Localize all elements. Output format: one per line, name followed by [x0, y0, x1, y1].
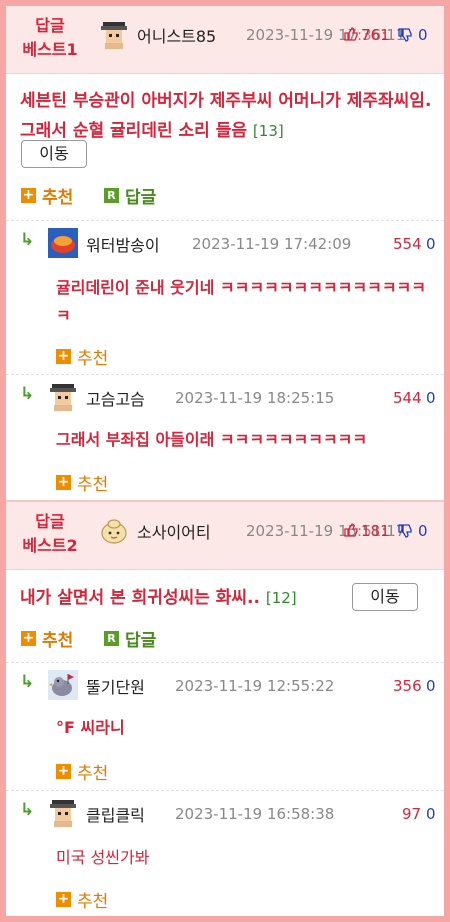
plus-icon: + — [21, 630, 36, 646]
user-avatar-icon[interactable] — [48, 382, 78, 412]
upvote-count: 97 — [402, 805, 422, 823]
plus-icon: + — [56, 891, 71, 907]
best1-header: 답글 베스트1 어니스트85 2023-11-19 17:36:11 761 0 — [6, 6, 444, 74]
reply-button[interactable]: R 답글 — [104, 183, 156, 208]
comment-count: [13] — [252, 122, 284, 140]
best1-label: 답글 베스트1 — [22, 16, 78, 59]
downvote-count: 0 — [426, 677, 436, 695]
plus-icon: + — [56, 474, 71, 490]
move-button[interactable]: 이동 — [21, 140, 87, 168]
best-comments-panel: 답글 베스트1 어니스트85 2023-11-19 17:36:11 761 0… — [6, 6, 444, 916]
user-avatar-icon[interactable] — [48, 670, 78, 700]
author-name[interactable]: 클립클릭 — [86, 802, 145, 826]
recommend-button[interactable]: + 추천 — [56, 759, 108, 784]
comment-date: 2023-11-19 16:58:38 — [175, 805, 335, 823]
upvote-count: 181 — [361, 522, 390, 540]
user-avatar-icon[interactable] — [99, 20, 129, 50]
reply-arrow-icon: ↳ — [20, 384, 35, 404]
upvote-count: 761 — [361, 26, 390, 44]
user-avatar-icon[interactable] — [48, 228, 78, 258]
recommend-button[interactable]: + 추천 — [21, 183, 73, 208]
best2-header: 답글 베스트2 소사이어티 2023-11-19 15:51:17 181 0 — [6, 502, 444, 570]
comment-text: 귤리데린이 준내 웃기네 ㅋㅋㅋㅋㅋㅋㅋㅋㅋㅋㅋㅋㅋㅋㅋ — [56, 278, 426, 325]
comment-count: [12] — [265, 589, 297, 607]
thumbs-up-icon[interactable] — [344, 26, 358, 45]
comment-date: 2023-11-19 12:55:22 — [175, 677, 335, 695]
downvote-count: 0 — [418, 522, 428, 540]
author-name[interactable]: 워터밤송이 — [86, 232, 160, 256]
plus-icon: + — [56, 348, 71, 364]
reply-arrow-icon: ↳ — [20, 672, 35, 692]
comment-text: °F 씨라니 — [56, 718, 125, 737]
recommend-button[interactable]: + 추천 — [56, 470, 108, 495]
divider — [6, 790, 444, 791]
comment-date: 2023-11-19 17:42:09 — [192, 235, 352, 253]
downvote-count: 0 — [426, 805, 436, 823]
reply-arrow-icon: ↳ — [20, 800, 35, 820]
best2-title[interactable]: 내가 살면서 본 희귀성씨는 화씨.. [12] — [20, 583, 297, 613]
user-avatar-icon[interactable] — [48, 798, 78, 828]
comment-date: 2023-11-19 18:25:15 — [175, 389, 335, 407]
recommend-button[interactable]: + 추천 — [21, 626, 73, 651]
downvote-count: 0 — [426, 235, 436, 253]
thumbs-down-icon[interactable] — [398, 523, 412, 542]
recommend-button[interactable]: + 추천 — [56, 887, 108, 912]
comment-text: 그래서 부좌집 아들이래 ㅋㅋㅋㅋㅋㅋㅋㅋㅋㅋ — [56, 430, 368, 449]
reply-arrow-icon: ↳ — [20, 230, 35, 250]
author-name[interactable]: 소사이어티 — [137, 519, 211, 543]
upvote-count: 554 — [393, 235, 422, 253]
recommend-button[interactable]: + 추천 — [56, 344, 108, 369]
thumbs-up-icon[interactable] — [344, 522, 358, 541]
move-button[interactable]: 이동 — [352, 583, 418, 611]
downvote-count: 0 — [418, 26, 428, 44]
plus-icon: + — [56, 763, 71, 779]
divider — [6, 220, 444, 221]
best1-title[interactable]: 세븐틴 부승관이 아버지가 제주부씨 어머니가 제주좌씨임. 그래서 순혈 귤리… — [20, 86, 438, 146]
thumbs-down-icon[interactable] — [398, 27, 412, 46]
upvote-count: 356 — [393, 677, 422, 695]
reply-button[interactable]: R 답글 — [104, 626, 156, 651]
author-name[interactable]: 어니스트85 — [137, 23, 216, 47]
user-avatar-icon[interactable] — [99, 516, 129, 546]
reply-r-icon: R — [104, 631, 119, 646]
reply-r-icon: R — [104, 188, 119, 203]
divider — [6, 662, 444, 663]
comment-text: 미국 성씬가봐 — [56, 848, 150, 867]
plus-icon: + — [21, 187, 36, 203]
divider — [6, 374, 444, 375]
best2-label: 답글 베스트2 — [22, 512, 78, 555]
downvote-count: 0 — [426, 389, 436, 407]
author-name[interactable]: 고슴고슴 — [86, 386, 145, 410]
author-name[interactable]: 뚤기단원 — [86, 674, 145, 698]
upvote-count: 544 — [393, 389, 422, 407]
